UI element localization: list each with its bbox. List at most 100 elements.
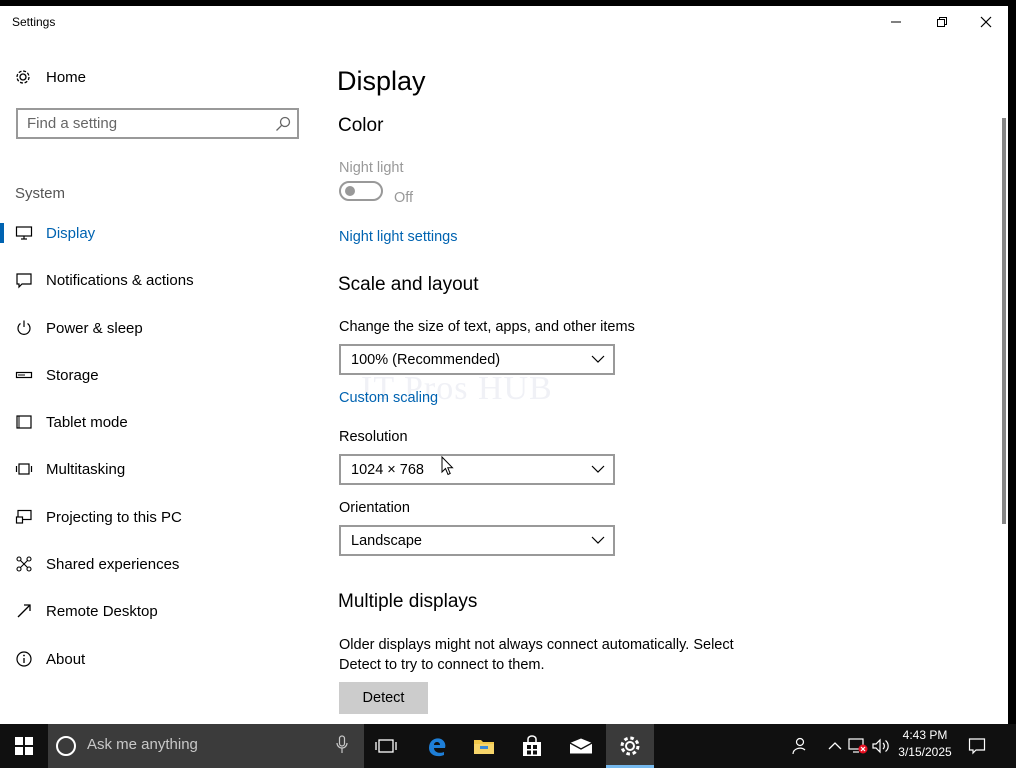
detect-button[interactable]: Detect xyxy=(339,682,428,714)
windows-logo-icon xyxy=(15,737,33,755)
nav-item-label: Remote Desktop xyxy=(46,602,158,620)
restore-button[interactable] xyxy=(919,6,965,38)
active-indicator xyxy=(0,223,4,243)
night-light-state: Off xyxy=(394,190,414,206)
settings-taskbar-button[interactable] xyxy=(606,724,654,768)
file-explorer-button[interactable] xyxy=(460,724,508,768)
chevron-down-icon xyxy=(591,465,605,473)
microphone-icon xyxy=(336,735,348,753)
window-title: Settings xyxy=(12,15,56,29)
scale-layout-heading: Scale and layout xyxy=(338,274,479,295)
folder-icon xyxy=(474,740,494,754)
multiple-displays-description: Older displays might not always connect … xyxy=(339,637,734,673)
remote-desktop-icon xyxy=(15,602,33,620)
scale-value: 100% (Recommended) xyxy=(351,351,501,368)
nav-item-label: Power & sleep xyxy=(46,319,143,337)
cortana-icon xyxy=(56,736,76,756)
nav-item-shared-experiences[interactable]: Shared experiences xyxy=(0,544,316,584)
nav-home[interactable]: Home xyxy=(14,66,86,88)
nav-item-display[interactable]: Display xyxy=(0,213,316,253)
nav-item-label: About xyxy=(46,650,86,668)
action-center-button[interactable] xyxy=(962,724,992,768)
nav-item-label: Tablet mode xyxy=(46,413,128,431)
window-edge xyxy=(1008,0,1016,724)
nav-home-label: Home xyxy=(46,68,87,86)
night-light-toggle[interactable] xyxy=(339,181,383,201)
nav-item-label: Storage xyxy=(46,366,99,384)
gear-icon xyxy=(14,68,32,86)
info-icon xyxy=(15,650,33,668)
close-icon xyxy=(980,16,992,28)
multiple-displays-heading: Multiple displays xyxy=(338,591,478,612)
night-light-settings-link[interactable]: Night light settings xyxy=(339,229,457,245)
cortana-search-text: Ask me anything xyxy=(87,736,198,753)
title-bar[interactable]: Settings xyxy=(0,6,1008,38)
navigation-pane: Home System Display Notifications & acti… xyxy=(0,38,316,724)
custom-scaling-link[interactable]: Custom scaling xyxy=(339,390,438,406)
nav-item-remote-desktop[interactable]: Remote Desktop xyxy=(0,591,316,631)
nav-item-notifications[interactable]: Notifications & actions xyxy=(0,260,316,300)
color-heading: Color xyxy=(338,115,384,136)
search-input[interactable] xyxy=(27,115,267,132)
edge-button[interactable] xyxy=(413,724,461,768)
clock-time: 4:43 PM xyxy=(902,728,948,742)
shared-experiences-icon xyxy=(15,555,33,573)
people-button[interactable] xyxy=(786,724,812,768)
resolution-dropdown[interactable]: 1024 × 768 xyxy=(339,454,615,485)
minimize-button[interactable] xyxy=(873,6,919,38)
orientation-dropdown[interactable]: Landscape xyxy=(339,525,615,556)
night-light-label: Night light xyxy=(339,160,404,176)
nav-item-about[interactable]: About xyxy=(0,639,316,679)
projecting-icon xyxy=(15,508,33,526)
resolution-label: Resolution xyxy=(339,429,408,445)
taskbar-clock[interactable]: 4:43 PM 3/15/2025 xyxy=(890,727,960,761)
nav-item-multitasking[interactable]: Multitasking xyxy=(0,449,316,489)
restore-icon xyxy=(937,17,947,27)
chevron-down-icon xyxy=(591,536,605,544)
display-content-pane: IT Pros HUB Display Color Night light Of… xyxy=(316,38,1000,724)
volume-icon xyxy=(872,738,889,754)
settings-window: Settings Home System Display xyxy=(0,6,1008,724)
gear-icon xyxy=(620,736,640,756)
nav-item-label: Multitasking xyxy=(46,460,126,478)
cortana-search-box[interactable]: Ask me anything xyxy=(48,724,364,768)
store-icon xyxy=(523,735,541,756)
multitasking-icon xyxy=(15,460,33,478)
mouse-cursor-icon xyxy=(441,456,454,476)
notification-icon xyxy=(15,271,33,289)
power-icon xyxy=(15,319,33,337)
network-status-button[interactable] xyxy=(847,724,869,768)
nav-section-system: System xyxy=(15,185,66,202)
orientation-label: Orientation xyxy=(339,500,410,516)
orientation-value: Landscape xyxy=(351,532,422,549)
size-label: Change the size of text, apps, and other… xyxy=(339,319,635,335)
nav-item-label: Notifications & actions xyxy=(46,271,194,289)
nav-item-projecting[interactable]: Projecting to this PC xyxy=(0,497,316,537)
monitor-icon xyxy=(15,224,33,242)
task-view-icon xyxy=(375,739,397,753)
task-view-button[interactable] xyxy=(362,724,410,768)
chevron-down-icon xyxy=(591,355,605,363)
storage-icon xyxy=(15,366,33,384)
toggle-knob xyxy=(345,186,355,196)
clock-date: 3/15/2025 xyxy=(898,745,952,759)
content-scrollbar[interactable] xyxy=(1002,118,1006,524)
nav-item-storage[interactable]: Storage xyxy=(0,355,316,395)
resolution-value: 1024 × 768 xyxy=(351,461,424,478)
show-hidden-icons-button[interactable] xyxy=(824,724,846,768)
nav-item-tablet-mode[interactable]: Tablet mode xyxy=(0,402,316,442)
close-button[interactable] xyxy=(963,6,1008,38)
setting-search-box[interactable] xyxy=(16,108,299,139)
network-disconnected-icon xyxy=(848,738,868,754)
store-button[interactable] xyxy=(508,724,556,768)
start-button[interactable] xyxy=(0,724,48,768)
nav-item-label: Display xyxy=(46,224,96,242)
volume-button[interactable] xyxy=(870,724,892,768)
scale-dropdown[interactable]: 100% (Recommended) xyxy=(339,344,615,375)
page-title: Display xyxy=(337,66,426,96)
nav-item-power-sleep[interactable]: Power & sleep xyxy=(0,308,316,348)
action-center-icon xyxy=(968,738,986,755)
minimize-icon xyxy=(891,21,901,23)
mail-button[interactable] xyxy=(557,724,605,768)
people-icon xyxy=(792,737,806,755)
